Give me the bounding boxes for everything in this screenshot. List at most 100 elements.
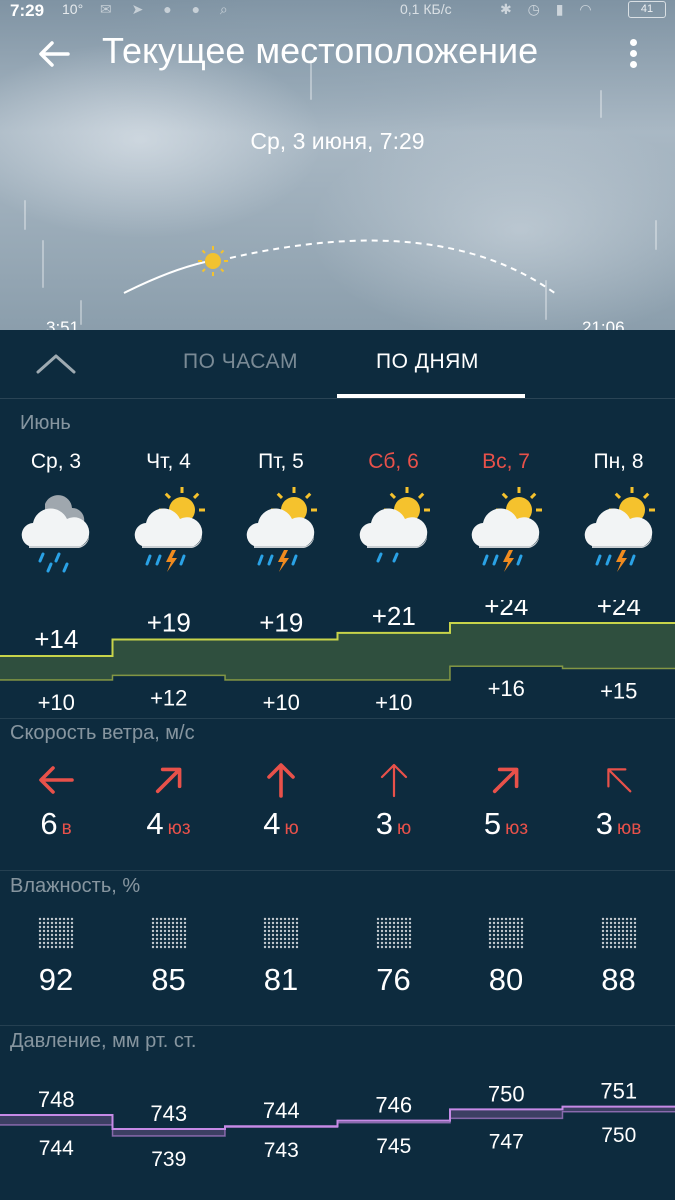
humidity-value: 76 <box>376 962 411 997</box>
wind-direction-label: юз <box>505 818 529 839</box>
current-date: Ср, 3 июня, 7:29 <box>250 128 425 154</box>
temperature-low-label: +10 <box>263 690 300 715</box>
wind-direction-label: ю <box>284 818 299 839</box>
humidity-icon <box>113 915 225 956</box>
pressure-high-label: 744 <box>263 1098 300 1123</box>
temperature-band <box>0 623 675 680</box>
wind-direction-arrow-icon <box>563 760 675 800</box>
sun-cloud-thunderstorm-icon <box>563 484 675 585</box>
wind-speed-value: 6 <box>40 806 58 841</box>
humidity-icon <box>450 915 562 956</box>
wind-cell: 3ю <box>338 760 450 842</box>
wind-section-label: Скорость ветра, м/с <box>10 722 195 744</box>
temperature-high-label: +24 <box>484 600 528 621</box>
wind-direction-label: ю <box>397 818 412 839</box>
sun-cloud-thunderstorm-icon <box>225 484 337 585</box>
more-menu-icon[interactable] <box>620 34 646 74</box>
temperature-low-label: +10 <box>38 690 75 715</box>
humidity-cell: 81 <box>225 915 337 998</box>
day-name: Пт, 5 <box>258 450 304 473</box>
wind-direction-arrow-icon <box>225 760 337 800</box>
humidity-cell: 76 <box>338 915 450 998</box>
notification-icons: ✉ ➤ ● ● ⌕ <box>100 1 236 17</box>
day-name: Чт, 4 <box>146 450 191 473</box>
temperature-high-label: +14 <box>34 624 78 654</box>
wind-cell: 6в <box>0 760 112 842</box>
pressure-section-label: Давление, мм рт. ст. <box>10 1030 197 1052</box>
humidity-cell: 92 <box>0 915 112 998</box>
temperature-high-label: +24 <box>597 600 641 621</box>
wind-direction-label: юз <box>167 818 191 839</box>
humidity-value: 92 <box>38 962 74 997</box>
wind-cell: 4ю <box>225 760 337 842</box>
month-label: Июнь <box>20 412 71 434</box>
temperature-low-label: +10 <box>375 690 412 715</box>
day-column[interactable]: Вс, 7 <box>450 450 562 585</box>
pressure-low-label: 747 <box>489 1130 524 1153</box>
humidity-icon <box>0 915 112 956</box>
sunset-time: 21:06 <box>582 318 625 330</box>
pressure-low-label: 739 <box>151 1148 186 1171</box>
wind-cell: 5 юз <box>450 760 562 842</box>
day-column[interactable]: Ср, 3 <box>0 450 112 585</box>
humidity-cell: 85 <box>113 915 225 998</box>
wind-direction-arrow-icon <box>113 760 225 800</box>
tab-hourly[interactable]: ПО ЧАСАМ <box>183 350 298 374</box>
humidity-icon <box>563 915 675 956</box>
wind-direction-arrow-icon <box>0 760 112 800</box>
sun-icon <box>198 246 228 276</box>
wind-speed-value: 5 <box>483 806 502 841</box>
tab-daily[interactable]: ПО ДНЯМ <box>376 350 479 374</box>
page-title: Текущее местоположение <box>102 30 539 71</box>
forecast-panel: ПО ЧАСАМ ПО ДНЯМ Июнь Ср, 3 Чт, 4 Пт, 5 Сб,… <box>0 330 675 1200</box>
forecast-tabs: ПО ЧАСАМ ПО ДНЯМ <box>0 330 675 399</box>
cloud-rain-icon <box>0 484 112 585</box>
day-column[interactable]: Пт, 5 <box>225 450 337 585</box>
humidity-section-label: Влажность, % <box>10 875 141 897</box>
pressure-low-label: 743 <box>264 1139 299 1162</box>
day-name: Сб, 6 <box>368 450 419 473</box>
humidity-cell: 88 <box>563 915 675 998</box>
day-column[interactable]: Сб, 6 <box>338 450 450 585</box>
wind-cell: 3 юв <box>563 760 675 842</box>
day-column[interactable]: Пн, 8 <box>563 450 675 585</box>
pressure-low-label: 745 <box>376 1135 411 1158</box>
active-tab-indicator <box>337 394 525 398</box>
temperature-high-label: +19 <box>147 608 191 638</box>
day-column[interactable]: Чт, 4 <box>113 450 225 585</box>
wind-cell: 4 юз <box>113 760 225 842</box>
network-speed: 0,1 КБ/с <box>400 1 452 17</box>
pressure-high-label: 746 <box>375 1093 412 1118</box>
weather-background: 7:29 10° ✉ ➤ ● ● ⌕ 0,1 КБ/с ✱ ◷ ▮ ◠ 41 Т… <box>0 0 675 330</box>
temperature-low-label: +16 <box>488 676 525 701</box>
back-arrow-icon[interactable] <box>34 34 74 74</box>
status-bar: 7:29 10° ✉ ➤ ● ● ⌕ 0,1 КБ/с ✱ ◷ ▮ ◠ 41 <box>0 0 675 20</box>
day-name: Ср, 3 <box>30 450 82 473</box>
wind-speed-value: 3 <box>375 806 393 841</box>
wind-speed-value: 4 <box>146 806 164 841</box>
humidity-cell: 80 <box>450 915 562 998</box>
temperature-chart: +14 +10 +19 +12 +19 +10 +21 +10 +24 +16 +24 +15 <box>0 600 675 715</box>
wind-speed-value: 4 <box>263 806 281 841</box>
temperature-low-label: +15 <box>600 679 637 704</box>
pressure-high-label: 748 <box>38 1087 75 1112</box>
wind-direction-arrow-icon <box>450 760 562 800</box>
temperature-high-label: +19 <box>259 608 303 638</box>
sunrise-time: 3:51 <box>46 318 80 330</box>
pressure-high-label: 750 <box>488 1081 525 1106</box>
collapse-chevron-icon[interactable] <box>34 348 78 380</box>
wind-direction-label: юв <box>616 818 642 839</box>
temperature-high-label: +21 <box>372 601 416 631</box>
humidity-icon <box>225 915 337 956</box>
humidity-icon <box>338 915 450 956</box>
pressure-low-label: 744 <box>39 1137 74 1160</box>
wind-speed-value: 3 <box>595 806 613 841</box>
pressure-high-label: 743 <box>150 1101 187 1126</box>
day-name: Пн, 8 <box>593 450 644 473</box>
humidity-value: 80 <box>488 962 524 997</box>
battery-icon: 41 <box>628 1 666 18</box>
sun-path-arc <box>123 239 557 295</box>
pressure-low-label: 750 <box>601 1124 636 1147</box>
system-icons: ✱ ◷ ▮ ◠ <box>500 1 598 17</box>
pressure-chart: 748 744 743 739 744 743 746 745 750 747 751 750 <box>0 1079 675 1171</box>
